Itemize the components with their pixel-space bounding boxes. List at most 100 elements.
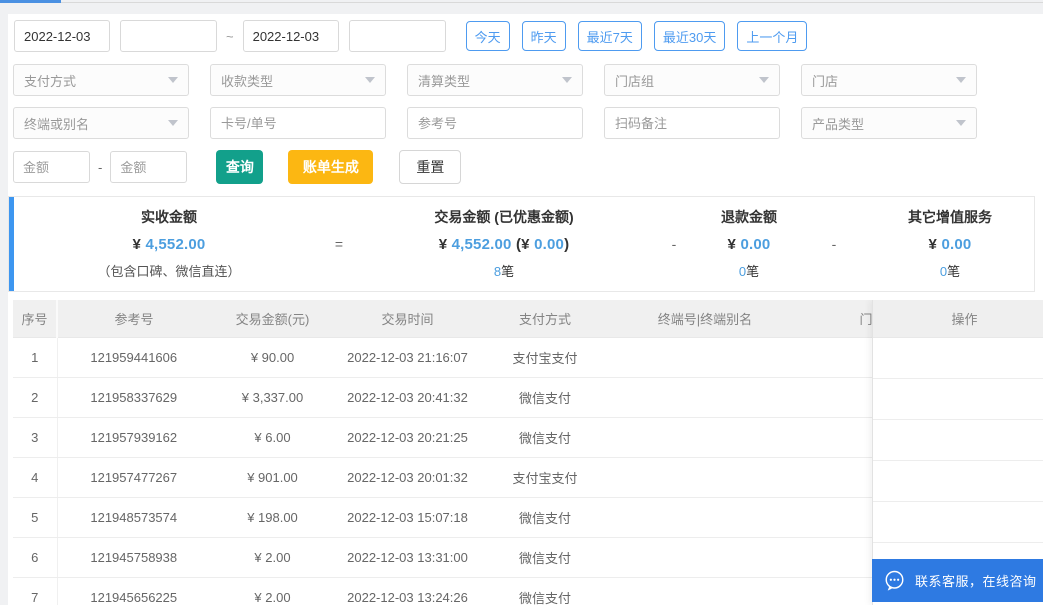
- cell-action: [873, 338, 1043, 379]
- column-header-5: 终端号|终端别名: [610, 300, 800, 338]
- time-from-input[interactable]: [120, 20, 217, 52]
- transaction-query-page: ~ 今天昨天最近7天最近30天上一个月 支付方式 收款类型 清算类型 门店组 门店 终端…: [0, 0, 1043, 605]
- settlement-type-select[interactable]: 清算类型: [407, 64, 583, 96]
- summary-operator: -: [671, 236, 677, 252]
- date-from-input[interactable]: [14, 20, 110, 52]
- summary-subtext: （包含口碑、微信直连）: [97, 264, 241, 279]
- cell-no: 1: [13, 337, 58, 378]
- cell-time: 2022-12-03 13:24:26: [335, 577, 480, 605]
- store-group-select-label: 门店组: [615, 73, 655, 89]
- reset-button[interactable]: 重置: [399, 150, 462, 184]
- reference-no-input[interactable]: [418, 108, 572, 138]
- column-header-actions: 操作: [873, 300, 1043, 338]
- cell-time: 2022-12-03 13:31:00: [335, 537, 480, 578]
- column-header-1: 参考号: [57, 300, 210, 338]
- cell-action: [873, 420, 1043, 461]
- cell-time: 2022-12-03 20:01:32: [335, 457, 480, 498]
- column-header-3: 交易时间: [335, 300, 480, 338]
- cell-no: 7: [13, 577, 58, 605]
- cell-no: 4: [13, 457, 58, 498]
- cell-terminal: [610, 417, 800, 458]
- receipt-type-select-label: 收款类型: [221, 73, 274, 89]
- summary-title: 实收金额: [141, 209, 197, 225]
- cell-amount: ¥ 2.00: [210, 537, 335, 578]
- date-range-separator: ~: [226, 28, 234, 44]
- cell-ref: 121945656225: [57, 577, 210, 605]
- cell-method: 微信支付: [480, 577, 610, 605]
- cell-terminal: [610, 577, 800, 605]
- cell-terminal: [610, 337, 800, 378]
- quick-range-last-7-days[interactable]: 最近7天: [577, 21, 642, 51]
- time-to-input[interactable]: [348, 20, 446, 52]
- product-type-select[interactable]: 产品类型: [801, 107, 977, 139]
- payment-method-select[interactable]: 支付方式: [13, 64, 189, 96]
- quick-range-buttons: 今天 昨天 最近7天 最近30天 上一个月: [465, 21, 820, 51]
- receipt-type-select[interactable]: 收款类型: [210, 64, 386, 96]
- chevron-down-icon: [365, 77, 375, 83]
- amount-min-input[interactable]: [13, 151, 90, 183]
- table-row: 3 121957939162 ¥ 6.00 2022-12-03 20:21:25 微信…: [13, 417, 945, 458]
- payment-method-select-label: 支付方式: [24, 73, 77, 89]
- contact-support-label: 联系客服，在线咨询: [915, 574, 1037, 589]
- chat-bubble-icon: [883, 569, 906, 592]
- filter-row-2: 终端或别名 产品类型: [13, 107, 977, 139]
- cell-method: 微信支付: [480, 537, 610, 578]
- active-tab-indicator[interactable]: [0, 0, 61, 3]
- chevron-down-icon: [759, 77, 769, 83]
- generate-bill-button[interactable]: 账单生成: [288, 150, 374, 184]
- store-select[interactable]: 门店: [801, 64, 977, 96]
- settlement-type-select-label: 清算类型: [418, 73, 471, 89]
- summary-subtext: 0笔: [738, 264, 760, 279]
- chevron-down-icon: [956, 77, 966, 83]
- reference-no-input[interactable]: [407, 107, 583, 139]
- store-group-select[interactable]: 门店组: [604, 64, 780, 96]
- table-row: 2 121958337629 ¥ 3,337.00 2022-12-03 20:41:…: [13, 377, 945, 418]
- chevron-down-icon: [168, 77, 178, 83]
- content-panel: ~ 今天昨天最近7天最近30天上一个月 支付方式 收款类型 清算类型 门店组 门店 终端…: [8, 14, 1043, 605]
- table-row: 4 121957477267 ¥ 901.00 2022-12-03 20:01:32…: [13, 457, 945, 498]
- summary-column-2: 交易金额 (已优惠金额) ¥ 4,552.00 (¥ 0.00) 8笔: [354, 197, 654, 291]
- summary-title: 其它增值服务: [908, 209, 992, 225]
- summary-operator: =: [334, 236, 344, 252]
- cell-method: 微信支付: [480, 417, 610, 458]
- cell-method: 微信支付: [480, 497, 610, 538]
- column-header-0: 序号: [13, 300, 58, 338]
- cell-time: 2022-12-03 15:07:18: [335, 497, 480, 538]
- contact-support-button[interactable]: 联系客服，在线咨询: [872, 559, 1043, 602]
- summary-value: ¥ 4,552.00 (¥ 0.00): [438, 235, 570, 253]
- summary-subtext: 8笔: [493, 264, 515, 279]
- table-row: 7 121945656225 ¥ 2.00 2022-12-03 13:24:26 微信…: [13, 577, 945, 605]
- amount-filter-row: - 查询 账单生成 重置: [13, 150, 462, 184]
- cell-ref: 121959441606: [57, 337, 210, 378]
- cell-time: 2022-12-03 21:16:07: [335, 337, 480, 378]
- amount-max-input[interactable]: [110, 151, 188, 183]
- cell-amount: ¥ 3,337.00: [210, 377, 335, 418]
- cell-no: 6: [13, 537, 58, 578]
- qr-remark-input[interactable]: [604, 107, 780, 139]
- cell-action: [873, 461, 1043, 502]
- column-header-4: 支付方式: [480, 300, 610, 338]
- cell-terminal: [610, 377, 800, 418]
- summary-column-1: 实收金额 ¥ 4,552.00 （包含口碑、微信直连）: [14, 197, 324, 291]
- quick-range-last-30-days[interactable]: 最近30天: [653, 21, 726, 51]
- terminal-or-alias-select[interactable]: 终端或别名: [13, 107, 189, 139]
- search-button[interactable]: 查询: [216, 150, 264, 184]
- card-or-order-no-input[interactable]: [221, 108, 375, 138]
- quick-range-last-month[interactable]: 上一个月: [737, 21, 808, 51]
- date-filter-row: ~ 今天昨天最近7天最近30天上一个月: [14, 20, 819, 52]
- date-to-input[interactable]: [242, 20, 339, 52]
- cell-no: 5: [13, 497, 58, 538]
- quick-range-yesterday[interactable]: 昨天: [521, 21, 566, 51]
- card-or-order-no-input[interactable]: [210, 107, 386, 139]
- cell-terminal: [610, 537, 800, 578]
- terminal-or-alias-select-label: 终端或别名: [24, 116, 90, 132]
- quick-range-today[interactable]: 今天: [465, 21, 510, 51]
- summary-operator: -: [831, 236, 837, 252]
- summary-panel: 实收金额 ¥ 4,552.00 （包含口碑、微信直连） = 交易金额 (已优惠金额) ¥ …: [8, 196, 1035, 292]
- cell-ref: 121957939162: [57, 417, 210, 458]
- summary-title: 交易金额 (已优惠金额): [434, 209, 574, 225]
- table-row: 5 121948573574 ¥ 198.00 2022-12-03 15:07:18…: [13, 497, 945, 538]
- summary-value: ¥ 4,552.00: [132, 235, 206, 253]
- summary-value: ¥ 0.00: [928, 235, 972, 253]
- qr-remark-input[interactable]: [615, 108, 769, 138]
